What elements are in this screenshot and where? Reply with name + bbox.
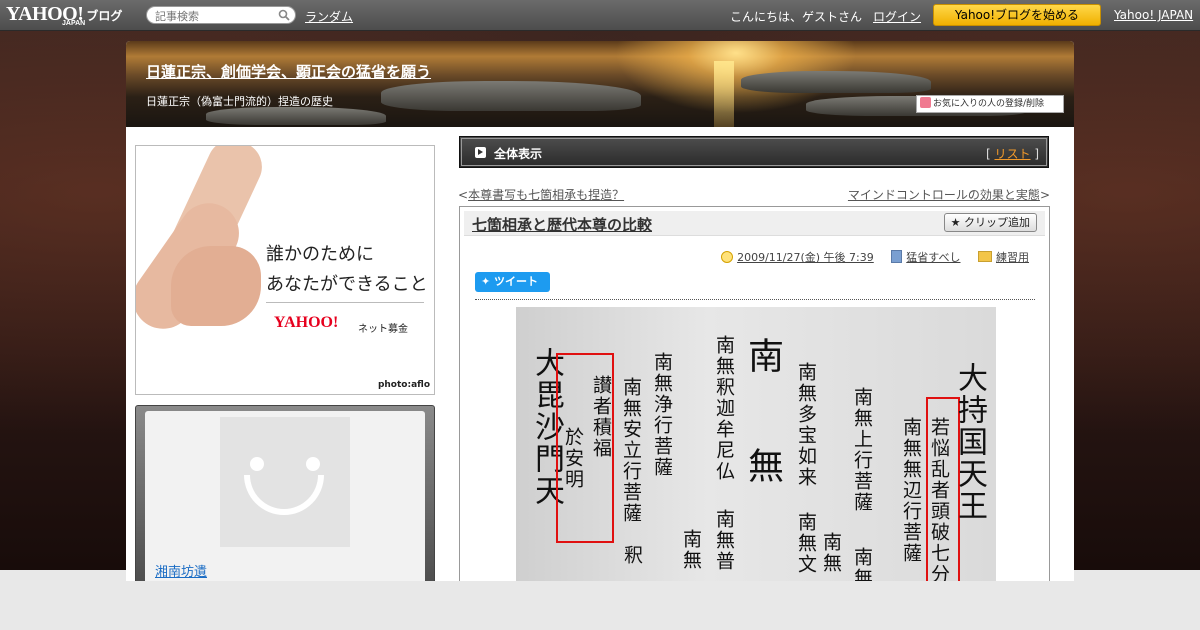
- avatar[interactable]: [220, 417, 350, 547]
- article-title[interactable]: 七箇相承と歴代本尊の比較: [472, 214, 652, 235]
- logo-blog-label: ブログ: [86, 9, 123, 23]
- random-link[interactable]: ランダム: [305, 8, 353, 25]
- ad-divider: [266, 302, 424, 303]
- article-date[interactable]: 2009/11/27(金) 午後 7:39: [737, 251, 874, 264]
- prev-mark: <: [458, 188, 469, 202]
- photo-text-col9: 南無無辺行菩薩: [900, 417, 922, 564]
- favorite-register-button[interactable]: お気に入りの人の登録/削除: [916, 95, 1064, 113]
- photo-text-col8c: 南無: [851, 547, 873, 581]
- avatar-eye: [250, 457, 264, 471]
- ad-service-name: ネット募金: [358, 324, 408, 335]
- photo-text-col4: 南無安立行菩薩: [620, 377, 642, 524]
- photo-text-col3: 南無浄行菩薩: [651, 352, 673, 478]
- article-category[interactable]: 猛省すべし: [906, 251, 960, 264]
- net-donation-ad[interactable]: 誰かのために あなたができること YAHOO! ネット募金 photo:aflo: [135, 145, 435, 395]
- photo-text-col11: 大持国天王: [952, 362, 987, 522]
- top-navigation-bar: YAHOO!ブログ JAPAN ランダム こんにちは、ゲストさん ログイン Ya…: [0, 0, 1200, 31]
- header-image-ice: [741, 71, 931, 93]
- photo-text-col8b: 南無: [820, 532, 842, 574]
- prev-article-nav: <本尊書写も七箇相承も捏造？: [458, 186, 624, 203]
- ad-yahoo-logo: YAHOO!: [274, 314, 339, 331]
- yahoo-japan-link[interactable]: Yahoo! JAPAN: [1114, 8, 1193, 22]
- article-folder[interactable]: 練習用: [996, 251, 1029, 264]
- list-view-link[interactable]: リスト: [994, 147, 1030, 161]
- blog-subtitle: 日蓮正宗（偽富士門流的）捏造の歴史: [146, 95, 333, 108]
- prev-article-link[interactable]: 本尊書写も七箇相承も捏造？: [468, 188, 624, 202]
- view-mode-bar: 全体表示 [ リスト ]: [459, 136, 1049, 168]
- ad-headline-2: あなたができること: [266, 274, 428, 295]
- article-header: 七箇相承と歴代本尊の比較 ★ クリップ追加: [464, 211, 1045, 236]
- header-image-ice: [206, 107, 386, 125]
- greeting-text: こんにちは、ゲストさん: [730, 10, 863, 24]
- ad-photo-credit: photo:aflo: [377, 380, 430, 390]
- search-input[interactable]: [153, 7, 277, 25]
- blog-container: 日蓮正宗、創価学会、顕正会の猛省を願う 日蓮正宗（偽富士門流的）捏造の歴史 お気…: [126, 41, 1074, 581]
- clock-icon: [721, 251, 734, 263]
- header-image-sunlight: [714, 61, 734, 127]
- full-view-label[interactable]: 全体表示: [494, 145, 542, 162]
- article-entry: 七箇相承と歴代本尊の比較 ★ クリップ追加 2009/11/27(金) 午後 7…: [459, 206, 1050, 581]
- profile-name-link[interactable]: 湘南坊遺: [155, 561, 207, 580]
- tweet-label: ツイート: [494, 275, 539, 288]
- yahoo-blog-logo[interactable]: YAHOO! ブログ JAPAN: [6, 3, 122, 27]
- photo-text-col7b: 南無文: [795, 512, 817, 575]
- star-icon: ★: [950, 216, 961, 229]
- photo-text-extra2: 南無普: [713, 509, 735, 572]
- favorite-register-label: お気に入りの人の登録/削除: [933, 99, 1045, 109]
- photo-text-col8: 南無上行菩薩: [851, 387, 873, 513]
- dotted-divider: [475, 299, 1035, 300]
- photo-text-extra1: 南無: [680, 529, 702, 571]
- next-article-link[interactable]: マインドコントロールの効果と実態: [848, 188, 1040, 202]
- clip-add-label: クリップ追加: [964, 216, 1030, 229]
- highlight-box-left: [556, 353, 614, 543]
- ad-headline-1: 誰かのために: [266, 244, 374, 265]
- article-meta: 2009/11/27(金) 午後 7:39 猛省すべし 練習用: [721, 249, 1029, 265]
- article-photo[interactable]: 大毘沙門天 讃者積福 於安明 南無安立行菩薩 南無浄行菩薩 釈 南無 南無釈迦牟…: [516, 307, 996, 581]
- avatar-eye: [306, 457, 320, 471]
- twitter-bird-icon: ✦: [481, 275, 495, 288]
- arrow-right-icon: [475, 147, 486, 158]
- blog-header: 日蓮正宗、創価学会、顕正会の猛省を願う 日蓮正宗（偽富士門流的）捏造の歴史 お気…: [126, 41, 1074, 127]
- list-view-link-wrapper: [ リスト ]: [986, 145, 1039, 162]
- clip-add-button[interactable]: ★ クリップ追加: [943, 213, 1037, 232]
- photo-text-col6b: 無: [742, 447, 783, 485]
- photo-text-col7: 南無多宝如来: [795, 362, 817, 488]
- blog-search: [146, 6, 296, 25]
- blog-title[interactable]: 日蓮正宗、創価学会、顕正会の猛省を願う: [146, 61, 431, 82]
- next-mark: >: [1039, 188, 1050, 202]
- profile-box: 湘南坊遺: [135, 405, 435, 581]
- logo-sub: JAPAN: [62, 20, 86, 27]
- book-icon: [891, 250, 903, 263]
- bracket-close: ]: [1030, 147, 1039, 161]
- photo-text-col6: 南: [742, 337, 783, 375]
- search-icon[interactable]: [278, 9, 290, 21]
- folder-icon: [978, 251, 992, 262]
- login-link[interactable]: ログイン: [873, 8, 921, 25]
- heart-icon: [920, 97, 931, 108]
- photo-text-col5: 南無釈迦牟尼仏: [713, 335, 735, 482]
- avatar-smile: [244, 475, 324, 515]
- tweet-button[interactable]: ✦ ツイート: [475, 272, 550, 292]
- profile-inner: 湘南坊遺: [145, 411, 425, 581]
- next-article-nav: マインドコントロールの効果と実態>: [848, 186, 1050, 203]
- photo-text-col3b: 釈: [621, 545, 643, 566]
- header-image-ice: [381, 81, 641, 111]
- start-blog-button[interactable]: Yahoo!ブログを始める: [933, 4, 1101, 26]
- ad-image-hands: [171, 246, 261, 326]
